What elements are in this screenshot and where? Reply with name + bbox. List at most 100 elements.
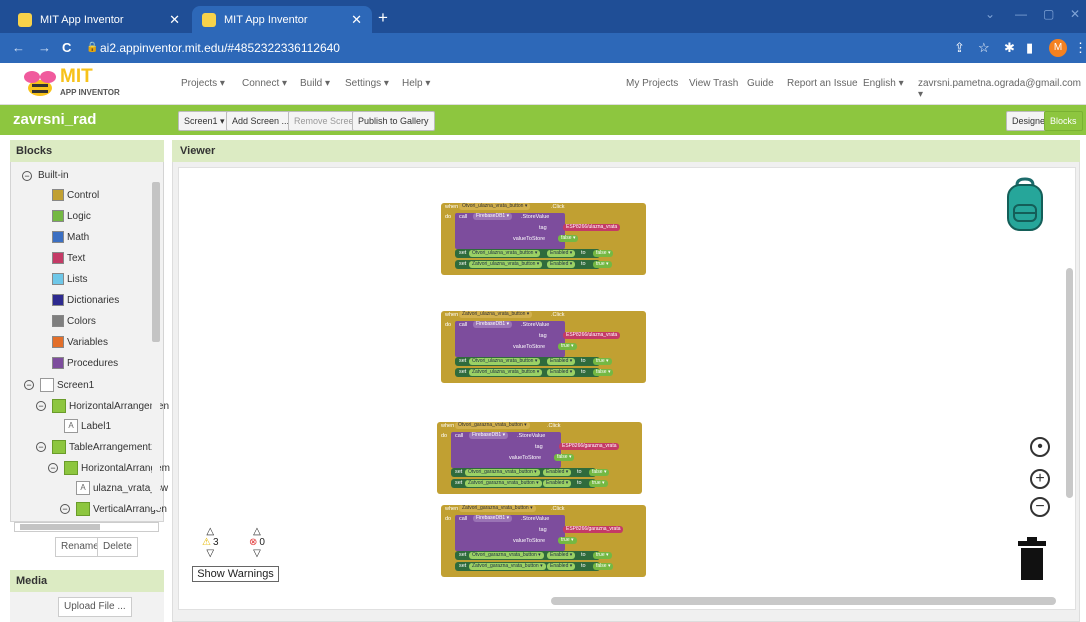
builtin-item-lists[interactable]: Lists: [52, 273, 88, 285]
workspace-vertical-scrollbar[interactable]: [1066, 268, 1073, 498]
delete-button[interactable]: Delete: [97, 537, 138, 557]
collapse-icon[interactable]: −: [36, 401, 46, 411]
mit-app-inventor-logo[interactable]: MIT APP INVENTOR: [22, 66, 132, 102]
property-dropdown[interactable]: Enabled ▾: [547, 552, 576, 559]
property-dropdown[interactable]: Enabled ▾: [547, 358, 576, 365]
event-block-click[interactable]: when Zatvori_ulazna_vrata_button ▾ .Click d…: [441, 311, 646, 383]
event-component-dropdown[interactable]: Zatvori_garazna_vrata_button ▾: [459, 505, 536, 512]
builtin-item-variables[interactable]: Variables: [52, 336, 108, 348]
builtin-item-math[interactable]: Math: [52, 231, 89, 243]
tree-builtin[interactable]: − Built-in: [22, 170, 69, 181]
property-dropdown[interactable]: Enabled ▾: [543, 480, 572, 487]
event-component-dropdown[interactable]: Otvori_garazna_vrata_button ▾: [455, 422, 530, 429]
tree-horizontal-arrangement[interactable]: − HorizontalArrangemen: [36, 399, 169, 413]
menu-connect[interactable]: Connect ▾: [242, 78, 287, 89]
tag-text-block[interactable]: ESP8266/garazna_vrata: [563, 526, 624, 533]
link-view-trash[interactable]: View Trash: [689, 78, 738, 89]
restore-icon[interactable]: ▢: [1043, 7, 1054, 21]
builtin-item-logic[interactable]: Logic: [52, 210, 91, 222]
tree-table-arrangement[interactable]: − TableArrangement1: [36, 440, 156, 454]
menu-help[interactable]: Help ▾: [402, 78, 430, 89]
trash-icon[interactable]: [1018, 537, 1046, 580]
link-report-issue[interactable]: Report an Issue: [787, 78, 858, 89]
up-arrow-icon[interactable]: △: [253, 526, 261, 537]
tree-vertical-arrangement[interactable]: − VerticalArrangen: [60, 502, 167, 516]
new-tab-icon[interactable]: +: [378, 8, 388, 28]
boolean-block[interactable]: false ▾: [554, 454, 575, 461]
menu-account[interactable]: zavrsni.pametna.ograda@gmail.com ▾: [918, 78, 1086, 100]
menu-language[interactable]: English ▾: [863, 78, 904, 89]
set-component-dropdown[interactable]: Zatvori_ulazna_vrata_button ▾: [469, 369, 543, 376]
share-icon[interactable]: ⇪: [954, 40, 965, 56]
tag-text-block[interactable]: ESP8266/ulazna_vrata: [563, 332, 621, 339]
workspace-horizontal-scrollbar[interactable]: [551, 597, 1056, 605]
backpack-icon[interactable]: [1005, 177, 1045, 232]
back-icon[interactable]: ←: [12, 40, 25, 55]
collapse-icon[interactable]: −: [60, 504, 70, 514]
event-component-dropdown[interactable]: Otvori_ulazna_vrata_button ▾: [459, 203, 531, 210]
set-component-dropdown[interactable]: Zatvori_ulazna_vrata_button ▾: [469, 261, 543, 268]
extensions-icon[interactable]: ✱: [1004, 40, 1015, 56]
tab-search-icon[interactable]: ⌄: [985, 7, 995, 21]
boolean-block[interactable]: false ▾: [558, 235, 579, 242]
sidepanel-icon[interactable]: ▮: [1026, 40, 1033, 56]
bookmark-star-icon[interactable]: ☆: [978, 40, 990, 56]
builtin-item-control[interactable]: Control: [52, 189, 99, 201]
tree-hscroll-thumb[interactable]: [20, 524, 100, 530]
error-indicator[interactable]: △ ⊗ 0 ▽: [249, 526, 265, 559]
set-component-dropdown[interactable]: Otvori_ulazna_vrata_button ▾: [469, 250, 541, 257]
set-component-dropdown[interactable]: Otvori_garazna_vrata_button ▾: [469, 552, 544, 559]
property-dropdown[interactable]: Enabled ▾: [543, 469, 572, 476]
set-value-boolean[interactable]: false ▾: [593, 563, 614, 570]
set-value-boolean[interactable]: true ▾: [589, 480, 608, 487]
menu-projects[interactable]: Projects ▾: [181, 78, 225, 89]
collapse-icon[interactable]: −: [22, 170, 32, 181]
menu-settings[interactable]: Settings ▾: [345, 78, 389, 89]
event-block-click[interactable]: when Otvori_ulazna_vrata_button ▾ .Click do…: [441, 203, 646, 275]
set-component-dropdown[interactable]: Otvori_garazna_vrata_button ▾: [465, 469, 540, 476]
url-field[interactable]: 🔒 ai2.appinventor.mit.edu/#4852322336112…: [86, 37, 986, 59]
publish-gallery-button[interactable]: Publish to Gallery: [352, 111, 435, 131]
builtin-item-text[interactable]: Text: [52, 252, 85, 264]
event-component-dropdown[interactable]: Zatvori_ulazna_vrata_button ▾: [459, 311, 533, 318]
window-close-icon[interactable]: ✕: [1070, 7, 1080, 21]
firebase-component-dropdown[interactable]: FirebaseDB1 ▾: [469, 432, 509, 439]
browser-tab-active[interactable]: MIT App Inventor ✕: [192, 6, 372, 33]
minimize-icon[interactable]: —: [1015, 7, 1027, 21]
collapse-icon[interactable]: −: [24, 380, 34, 390]
set-value-boolean[interactable]: false ▾: [589, 469, 610, 476]
builtin-item-procedures[interactable]: Procedures: [52, 357, 118, 369]
event-block-click[interactable]: when Otvori_garazna_vrata_button ▾ .Click d…: [437, 422, 642, 494]
tree-scrollbar-thumb[interactable]: [152, 182, 160, 342]
set-component-dropdown[interactable]: Zatvori_garazna_vrata_button ▾: [465, 480, 542, 487]
firebase-component-dropdown[interactable]: FirebaseDB1 ▾: [473, 321, 513, 328]
collapse-icon[interactable]: −: [36, 442, 46, 452]
zoom-in-icon[interactable]: +: [1030, 469, 1050, 489]
property-dropdown[interactable]: Enabled ▾: [547, 563, 576, 570]
property-dropdown[interactable]: Enabled ▾: [547, 250, 576, 257]
close-tab-icon[interactable]: ✕: [169, 12, 180, 28]
tag-text-block[interactable]: ESP8266/garazna_vrata: [559, 443, 620, 450]
property-dropdown[interactable]: Enabled ▾: [547, 369, 576, 376]
tag-text-block[interactable]: ESP8266/ulazna_vrata: [563, 224, 621, 231]
screen-select[interactable]: Screen1 ▾: [178, 111, 231, 131]
link-my-projects[interactable]: My Projects: [626, 78, 678, 89]
browser-tab[interactable]: MIT App Inventor ✕: [8, 6, 190, 33]
recenter-icon[interactable]: •: [1030, 437, 1050, 457]
up-arrow-icon[interactable]: △: [206, 526, 214, 537]
menu-build[interactable]: Build ▾: [300, 78, 330, 89]
firebase-component-dropdown[interactable]: FirebaseDB1 ▾: [473, 213, 513, 220]
browser-menu-icon[interactable]: ⋮: [1074, 40, 1086, 56]
forward-icon[interactable]: →: [38, 40, 51, 55]
builtin-item-dictionaries[interactable]: Dictionaries: [52, 294, 119, 306]
add-screen-button[interactable]: Add Screen ...: [226, 111, 296, 131]
property-dropdown[interactable]: Enabled ▾: [547, 261, 576, 268]
set-component-dropdown[interactable]: Zatvori_garazna_vrata_button ▾: [469, 563, 546, 570]
reload-icon[interactable]: C: [62, 40, 71, 55]
builtin-item-colors[interactable]: Colors: [52, 315, 96, 327]
collapse-icon[interactable]: −: [48, 463, 58, 473]
show-warnings-button[interactable]: Show Warnings: [192, 566, 279, 582]
firebase-component-dropdown[interactable]: FirebaseDB1 ▾: [473, 515, 513, 522]
set-value-boolean[interactable]: false ▾: [593, 250, 614, 257]
set-value-boolean[interactable]: true ▾: [593, 552, 612, 559]
